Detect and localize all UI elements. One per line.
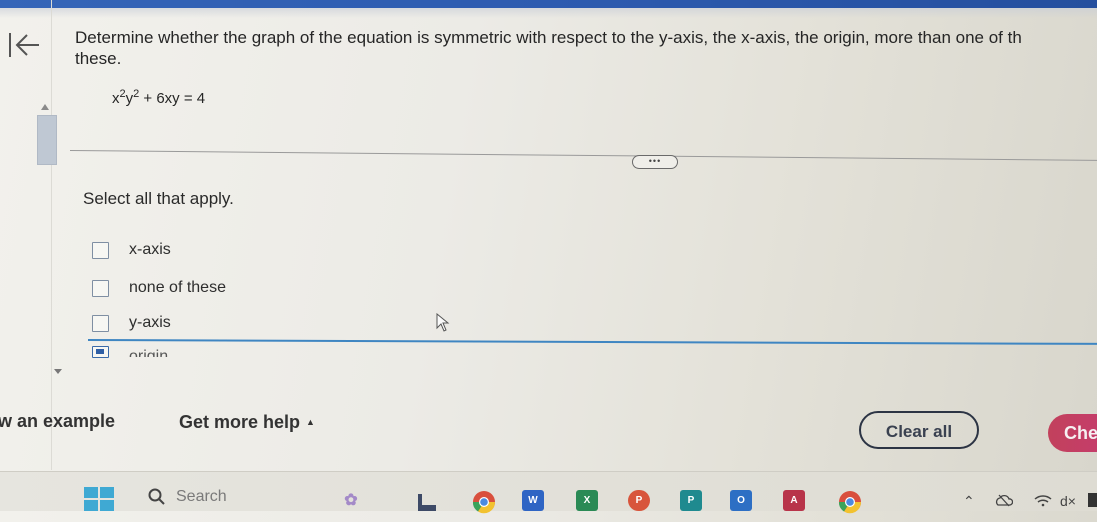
access-icon[interactable]: A xyxy=(783,490,805,511)
battery-icon[interactable] xyxy=(1088,493,1097,507)
mouse-cursor-icon xyxy=(436,312,450,338)
instruction-text: Select all that apply. xyxy=(83,189,234,208)
search-placeholder: Search xyxy=(176,488,227,505)
get-more-help-button[interactable]: Get more help ▲ xyxy=(179,412,315,433)
widgets-icon[interactable]: ✿ xyxy=(340,490,362,511)
option-label: none of these xyxy=(129,279,226,296)
option-label: y-axis xyxy=(129,314,171,331)
equation-rest: + 6xy = 4 xyxy=(139,90,206,107)
section-divider xyxy=(69,150,1097,161)
scroll-down-arrow-icon[interactable] xyxy=(53,362,63,374)
scrollbar-thumb[interactable] xyxy=(37,115,57,165)
chrome-icon[interactable] xyxy=(472,490,496,514)
file-explorer-icon[interactable] xyxy=(416,490,438,511)
outlook-icon[interactable]: O xyxy=(730,490,752,511)
option-label: origin xyxy=(129,348,169,357)
wifi-icon[interactable] xyxy=(1033,493,1053,510)
search-icon xyxy=(148,488,165,505)
view-an-example-link[interactable]: w an example xyxy=(0,411,115,432)
scroll-up-arrow-icon[interactable] xyxy=(40,98,50,110)
volume-muted-icon[interactable]: d× xyxy=(1060,493,1076,509)
scroll-region-boundary xyxy=(87,339,1097,345)
equation: x2y2 + 6xy = 4 xyxy=(112,88,205,107)
browser-top-bar xyxy=(0,0,1097,8)
top-bar-shadow xyxy=(0,8,1097,18)
checkbox-y-axis[interactable] xyxy=(92,314,109,332)
caret-up-icon: ▲ xyxy=(306,417,315,427)
collapse-left-icon[interactable] xyxy=(6,30,42,60)
checkbox-origin[interactable] xyxy=(92,346,109,358)
get-more-help-label: Get more help xyxy=(179,412,301,432)
clear-all-button[interactable]: Clear all xyxy=(859,411,979,449)
checkbox-x-axis[interactable] xyxy=(92,241,109,259)
option-origin[interactable]: origin xyxy=(92,346,168,358)
excel-icon[interactable]: X xyxy=(576,490,598,511)
taskbar-search[interactable]: Search xyxy=(148,488,227,506)
expand-more-button[interactable]: ••• xyxy=(632,155,678,169)
publisher-icon[interactable]: P xyxy=(680,490,702,511)
powerpoint-icon[interactable]: P xyxy=(628,490,650,511)
equation-x: x xyxy=(112,90,120,107)
option-y-axis[interactable]: y-axis xyxy=(92,314,171,332)
tray-chevron-icon[interactable]: ⌃ xyxy=(963,493,975,510)
question-text: Determine whether the graph of the equat… xyxy=(75,27,1097,69)
check-answer-button[interactable]: Che xyxy=(1048,414,1097,452)
option-x-axis[interactable]: x-axis xyxy=(92,241,171,259)
left-panel-divider xyxy=(51,0,52,470)
chrome-icon-2[interactable] xyxy=(838,490,862,514)
windows-start-icon[interactable] xyxy=(84,487,115,511)
option-none-of-these[interactable]: none of these xyxy=(92,279,226,297)
checkbox-none-of-these[interactable] xyxy=(92,279,109,297)
cloud-sync-icon[interactable] xyxy=(995,493,1014,510)
question-line-2: these. xyxy=(75,49,122,68)
question-line-1: Determine whether the graph of the equat… xyxy=(75,28,1022,47)
word-icon[interactable]: W xyxy=(522,490,544,511)
option-label: x-axis xyxy=(129,241,171,258)
equation-y: y xyxy=(125,90,134,107)
